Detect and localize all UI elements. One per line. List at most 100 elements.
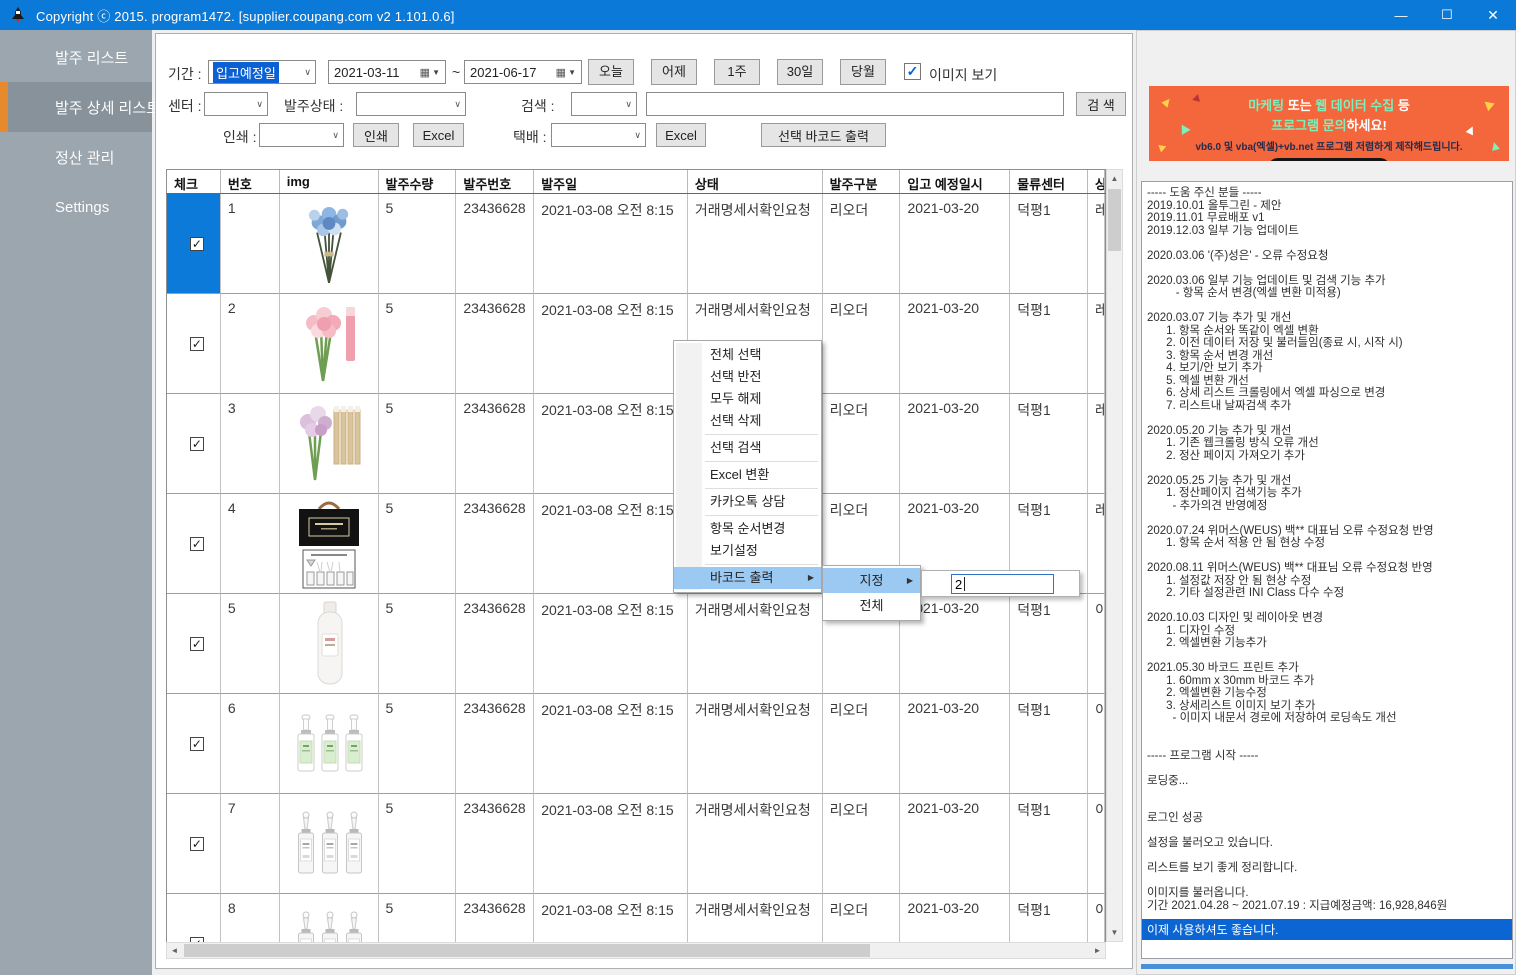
row-check-cell[interactable]: ✓ — [167, 894, 221, 942]
menu-item-전체 선택[interactable]: 전체 선택 — [674, 344, 821, 366]
column-header[interactable]: 발주일 — [534, 170, 688, 193]
calendar-icon: ▦ — [420, 66, 430, 79]
horizontal-scrollbar[interactable]: ◄ ► — [166, 942, 1106, 959]
ad-banner[interactable]: 마케팅 또는 웹 데이터 수집 등 프로그램 문의하세요! vb6.0 및 vb… — [1149, 86, 1509, 161]
menu-item-Excel 변환[interactable]: Excel 변환 — [674, 464, 821, 486]
column-header[interactable]: 입고 예정일시 — [900, 170, 1010, 193]
product-image-flowers-blue — [297, 198, 361, 290]
sidebar-item-order-detail-list[interactable]: 발주 상세 리스트 — [0, 82, 152, 132]
print-button[interactable]: 인쇄 — [353, 123, 399, 147]
product-image-white-bottle — [294, 598, 364, 690]
row-check-cell[interactable]: ✓ — [167, 294, 221, 394]
cell-order_no: 23436628 — [456, 294, 534, 394]
print-combobox[interactable]: ∨ — [259, 123, 344, 147]
row-check-cell[interactable]: ✓ — [167, 794, 221, 894]
barcode-count-input[interactable] — [951, 574, 1054, 594]
scroll-up-icon[interactable]: ▲ — [1107, 171, 1122, 186]
banner-text-segment: 프로그램 문의 — [1271, 118, 1346, 133]
menu-item-모두 해제[interactable]: 모두 해제 — [674, 388, 821, 410]
table-row[interactable]: ✓55234366282021-03-08 오전 8:15거래명세서확인요청리오… — [167, 594, 1105, 694]
table-row[interactable]: ✓25234366282021-03-08 오전 8:15거래명세서확인요청리오… — [167, 294, 1105, 394]
date-to-picker[interactable]: 2021-06-17 ▦ ▼ — [464, 60, 582, 84]
scroll-left-icon[interactable]: ◄ — [167, 943, 182, 958]
minimize-icon[interactable]: — — [1378, 0, 1424, 30]
menu-item-보기설정[interactable]: 보기설정 — [674, 540, 821, 562]
menu-item-label: 전체 선택 — [710, 347, 761, 362]
sidebar-item-label: Settings — [55, 199, 109, 216]
sidebar-item-settings[interactable]: Settings — [0, 188, 152, 226]
sidebar-item-settlement[interactable]: 정산 관리 — [0, 138, 152, 176]
column-header[interactable]: 물류센터 — [1010, 170, 1088, 193]
vertical-scrollbar[interactable]: ▲ ▼ — [1106, 169, 1123, 942]
column-header[interactable]: img — [280, 170, 379, 193]
column-header[interactable]: 발주번호 — [456, 170, 534, 193]
cell-order_date: 2021-03-08 오전 8:15 — [534, 694, 688, 794]
row-checkbox[interactable]: ✓ — [190, 837, 204, 851]
delivery-label: 택배 : — [513, 127, 547, 147]
table-row[interactable]: ✓75234366282021-03-08 오전 8:15거래명세서확인요청리오… — [167, 794, 1105, 894]
row-check-cell[interactable]: ✓ — [167, 194, 221, 294]
table-row[interactable]: ✓65234366282021-03-08 오전 8:15거래명세서확인요청리오… — [167, 694, 1105, 794]
search-field-combobox[interactable]: ∨ — [571, 92, 637, 116]
menu-item-선택 검색[interactable]: 선택 검색 — [674, 437, 821, 459]
quick-range-button[interactable]: 1주 — [714, 59, 760, 85]
product-image-diffuser-set — [295, 496, 363, 591]
row-check-cell[interactable]: ✓ — [167, 494, 221, 594]
submenu-item-지정[interactable]: 지정▶ — [823, 568, 920, 593]
column-header[interactable]: 발주구분 — [823, 170, 901, 193]
vertical-scroll-thumb[interactable] — [1108, 189, 1121, 251]
horizontal-scroll-thumb[interactable] — [184, 944, 870, 957]
menu-item-항목 순서변경[interactable]: 항목 순서변경 — [674, 518, 821, 540]
cell-center: 덕평1 — [1010, 394, 1088, 494]
table-row[interactable]: ✓35234366282021-03-08 오전 8:15거래명세서확인요청리오… — [167, 394, 1105, 494]
maximize-icon[interactable]: ☐ — [1424, 0, 1470, 30]
row-checkbox[interactable]: ✓ — [190, 637, 204, 651]
scroll-down-icon[interactable]: ▼ — [1107, 925, 1122, 940]
menu-item-카카오톡 상담[interactable]: 카카오톡 상담 — [674, 491, 821, 513]
table-row[interactable]: ✓15234366282021-03-08 오전 8:15거래명세서확인요청리오… — [167, 194, 1105, 294]
row-checkbox[interactable]: ✓ — [190, 337, 204, 351]
date-from-picker[interactable]: 2021-03-11 ▦ ▼ — [328, 60, 446, 84]
image-view-checkbox[interactable]: ✓ — [904, 63, 921, 80]
row-checkbox[interactable]: ✓ — [190, 737, 204, 751]
cell-qty: 5 — [379, 594, 457, 694]
delivery-combobox[interactable]: ∨ — [551, 123, 646, 147]
search-input[interactable] — [646, 92, 1064, 116]
center-combobox[interactable]: ∨ — [204, 92, 268, 116]
excel-button[interactable]: Excel — [413, 123, 464, 147]
menu-item-바코드 출력[interactable]: 바코드 출력▶ — [674, 567, 821, 589]
cell-product: 레 — [1088, 394, 1105, 494]
order-status-combobox[interactable]: ∨ — [356, 92, 466, 116]
scroll-right-icon[interactable]: ► — [1090, 943, 1105, 958]
column-header[interactable]: 상 — [1088, 170, 1105, 193]
menu-item-선택 반전[interactable]: 선택 반전 — [674, 366, 821, 388]
column-header[interactable]: 체크 — [167, 170, 221, 193]
quick-range-button[interactable]: 어제 — [651, 59, 697, 85]
menu-item-선택 삭제[interactable]: 선택 삭제 — [674, 410, 821, 432]
row-check-cell[interactable]: ✓ — [167, 694, 221, 794]
row-checkbox[interactable]: ✓ — [190, 537, 204, 551]
product-image-cell — [280, 794, 379, 894]
menu-item-label: 항목 순서변경 — [710, 521, 785, 536]
row-check-cell[interactable]: ✓ — [167, 594, 221, 694]
column-header[interactable]: 번호 — [221, 170, 280, 193]
log-highlight-line: 이제 사용하셔도 좋습니다. — [1142, 919, 1512, 940]
delivery-excel-button[interactable]: Excel — [656, 123, 706, 147]
column-header[interactable]: 발주수량 — [379, 170, 457, 193]
row-checkbox[interactable]: ✓ — [190, 237, 204, 251]
table-row[interactable]: ✓85234366282021-03-08 오전 8:15거래명세서확인요청리오… — [167, 894, 1105, 942]
submenu-item-전체[interactable]: 전체 — [823, 593, 920, 618]
row-check-cell[interactable]: ✓ — [167, 394, 221, 494]
close-icon[interactable]: ✕ — [1470, 0, 1516, 30]
barcode-print-button[interactable]: 선택 바코드 출력 — [761, 123, 886, 147]
search-button[interactable]: 검 색 — [1076, 92, 1126, 116]
period-combobox[interactable]: 입고예정일 ∨ — [208, 60, 316, 84]
quick-range-button[interactable]: 당월 — [840, 59, 886, 85]
quick-range-button[interactable]: 30일 — [777, 59, 823, 85]
sidebar-item-order-list[interactable]: 발주 리스트 — [0, 38, 152, 76]
calendar-icon: ▦ — [556, 66, 566, 79]
column-header[interactable]: 상태 — [688, 170, 823, 193]
row-checkbox[interactable]: ✓ — [190, 437, 204, 451]
quick-range-button[interactable]: 오늘 — [588, 59, 634, 85]
cell-due_date: 2021-03-20 — [900, 694, 1010, 794]
